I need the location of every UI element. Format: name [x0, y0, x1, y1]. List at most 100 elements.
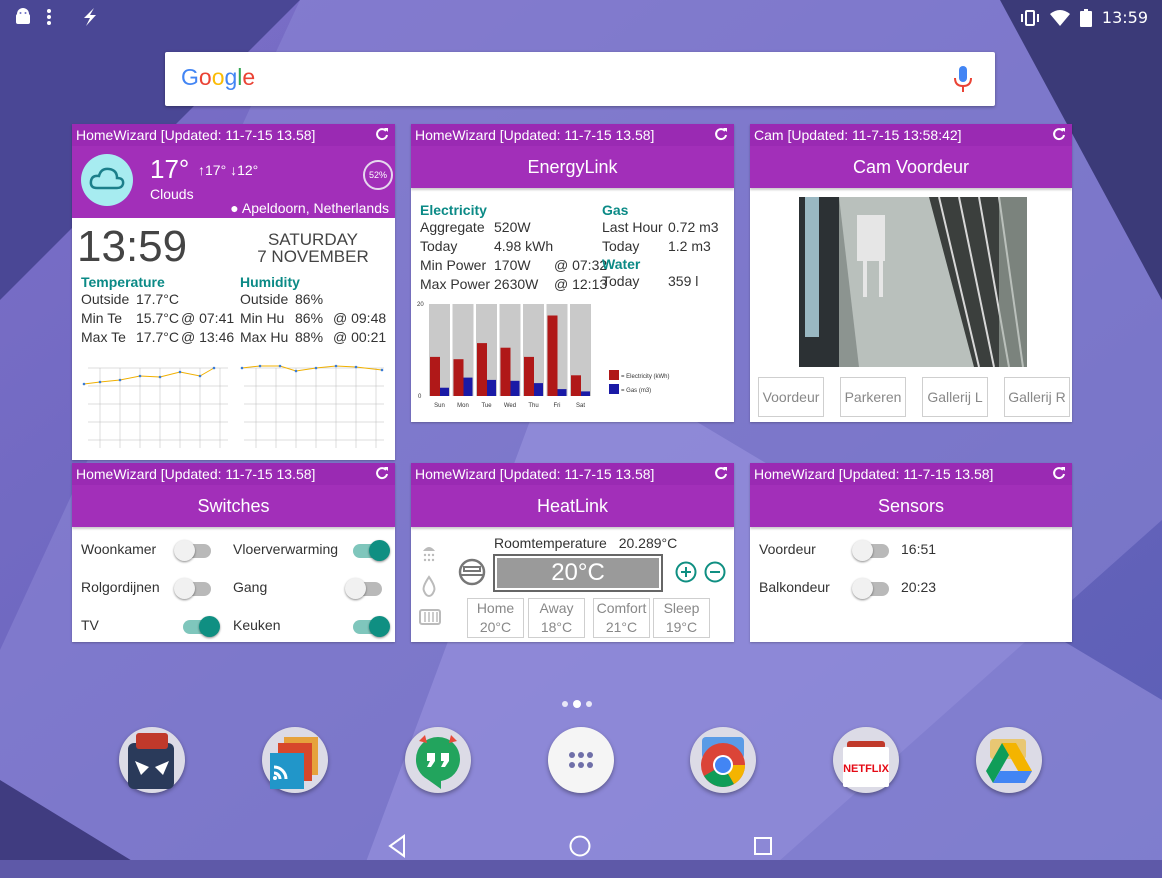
preset-button-away[interactable]: Away 18°C — [528, 598, 585, 638]
widget-title: Sensors — [750, 485, 1072, 527]
toggle-knob — [369, 616, 390, 637]
y-axis-max-label: 20 — [417, 302, 424, 308]
more-vert-icon — [47, 9, 51, 25]
refresh-icon[interactable] — [375, 127, 389, 141]
data-cell: @ 00:21 — [333, 329, 387, 345]
sensor-toggle[interactable] — [852, 578, 889, 599]
hangouts-app-icon[interactable] — [405, 727, 471, 793]
android-debug-icon — [16, 8, 30, 24]
data-cell: 1.2 m3 — [668, 238, 711, 254]
data-row: Today 359 l — [602, 272, 732, 291]
data-cell: 17.7°C — [136, 329, 179, 345]
refresh-icon[interactable] — [375, 466, 389, 480]
app-drawer-button[interactable] — [548, 727, 614, 793]
cam-button-1[interactable]: Voordeur — [758, 377, 824, 417]
data-row: Max Te 17.7°C @ 13:46 — [81, 328, 241, 347]
google-search-bar[interactable]: Google — [165, 52, 995, 106]
netflix-label: NETFLIX — [843, 763, 889, 775]
bar-gas-mon — [463, 377, 473, 396]
x-tick-label: Sat — [576, 403, 585, 409]
netflix-app-icon[interactable]: NETFLIX — [833, 727, 899, 793]
data-row: Min Hu 86% @ 09:48 — [240, 309, 390, 328]
increase-temp-icon[interactable] — [675, 561, 697, 583]
gas-title: Gas — [602, 202, 629, 218]
cast-news-icon — [270, 737, 318, 789]
current-temp: 17° — [150, 154, 190, 184]
drive-app-icon[interactable] — [976, 727, 1042, 793]
preset-temp: 19°C — [665, 619, 698, 635]
cam-button-2[interactable]: Parkeren — [840, 377, 906, 417]
widget-header-text: HomeWizard [Updated: 11-7-15 13.58] — [76, 127, 316, 143]
weather-panel[interactable]: 17° ↑17° ↓12° Clouds 52% ● Apeldoorn, Ne… — [72, 146, 395, 218]
switch-toggle[interactable] — [183, 616, 220, 637]
thermostat-mode-icon[interactable] — [456, 558, 488, 586]
toggle-knob — [852, 578, 873, 599]
bar-electricity-mon — [453, 359, 464, 396]
shower-icon[interactable] — [419, 543, 439, 565]
preset-button-comfort[interactable]: Comfort 21°C — [593, 598, 650, 638]
sensor-time: 20:23 — [901, 579, 937, 595]
falcon-app-icon[interactable] — [119, 727, 185, 793]
preset-temp: 18°C — [540, 619, 573, 635]
sensor-time: 16:51 — [901, 541, 937, 557]
flash-icon — [84, 8, 96, 26]
switch-label: Rolgordijnen — [81, 579, 160, 595]
location-text: Apeldoorn, Netherlands — [241, 200, 389, 216]
data-cell: Min Hu — [240, 310, 285, 326]
data-cell — [181, 290, 231, 309]
bar-electricity-fri — [547, 315, 558, 396]
sensor-toggle[interactable] — [852, 540, 889, 561]
bar-electricity-thu — [524, 356, 534, 396]
switch-toggle[interactable] — [345, 578, 382, 599]
radiator-icon[interactable] — [418, 607, 442, 627]
refresh-icon[interactable] — [714, 127, 728, 141]
recents-icon[interactable] — [752, 834, 774, 858]
date-label: 7 NOVEMBER — [257, 247, 369, 266]
data-cell: 520W — [494, 219, 531, 235]
decrease-temp-icon[interactable] — [704, 561, 726, 583]
cast-news-app-icon[interactable] — [262, 727, 328, 793]
data-cell: Today — [602, 238, 640, 254]
water-drop-icon[interactable] — [420, 575, 438, 597]
home-icon[interactable] — [568, 834, 592, 858]
energylink-widget: HomeWizard [Updated: 11-7-15 13.58] Ener… — [411, 124, 734, 422]
data-row: Min Te 15.7°C @ 07:41 — [81, 309, 241, 328]
data-cell: Max Te — [81, 329, 126, 345]
camera-image[interactable] — [799, 197, 1027, 367]
cam-button-4[interactable]: Gallerij R — [1004, 377, 1070, 417]
refresh-icon[interactable] — [1052, 127, 1066, 141]
switch-toggle[interactable] — [174, 578, 211, 599]
x-tick-label: Fri — [554, 403, 561, 409]
data-cell: 86% — [295, 291, 324, 307]
bar-gas-fri — [557, 389, 567, 396]
data-cell: 86% — [295, 310, 324, 326]
widget-header-text: Cam [Updated: 11-7-15 13:58:42] — [754, 127, 962, 143]
switch-label: Vloerverwarming — [233, 541, 339, 557]
logo-letter: G — [181, 64, 199, 90]
refresh-icon[interactable] — [1052, 466, 1066, 480]
microphone-icon[interactable] — [953, 66, 973, 94]
cam-button-3[interactable]: Gallerij L — [922, 377, 988, 417]
bar-gas-tue — [487, 379, 496, 396]
weather-icon-circle — [81, 154, 133, 206]
switch-toggle[interactable] — [353, 616, 390, 637]
vibrate-icon — [1020, 9, 1039, 26]
toggle-knob — [345, 578, 366, 599]
room-temperature: Roomtemperature 20.289°C — [494, 535, 677, 551]
switch-toggle[interactable] — [174, 540, 211, 561]
switch-toggle[interactable] — [353, 540, 390, 561]
data-cell: Outside — [240, 291, 289, 307]
data-cell: Last Hour — [602, 219, 663, 235]
chrome-app-icon[interactable] — [690, 727, 756, 793]
temperature-section: Temperature Outside 17.7°C Min Te 15.7°C @ 0… — [81, 274, 241, 347]
widget-header: HomeWizard [Updated: 11-7-15 13.58] — [411, 463, 734, 485]
logo-letter: g — [224, 64, 238, 90]
clock-text: 13:59 — [77, 222, 188, 271]
refresh-icon[interactable] — [714, 466, 728, 480]
sensors-widget: HomeWizard [Updated: 11-7-15 13.58] Sens… — [750, 463, 1072, 642]
bar-gas-thu — [534, 383, 543, 396]
back-icon[interactable] — [386, 834, 408, 858]
preset-button-sleep[interactable]: Sleep 19°C — [653, 598, 710, 638]
widget-header: HomeWizard [Updated: 11-7-15 13.58] — [411, 124, 734, 146]
preset-button-home[interactable]: Home 20°C — [467, 598, 524, 638]
